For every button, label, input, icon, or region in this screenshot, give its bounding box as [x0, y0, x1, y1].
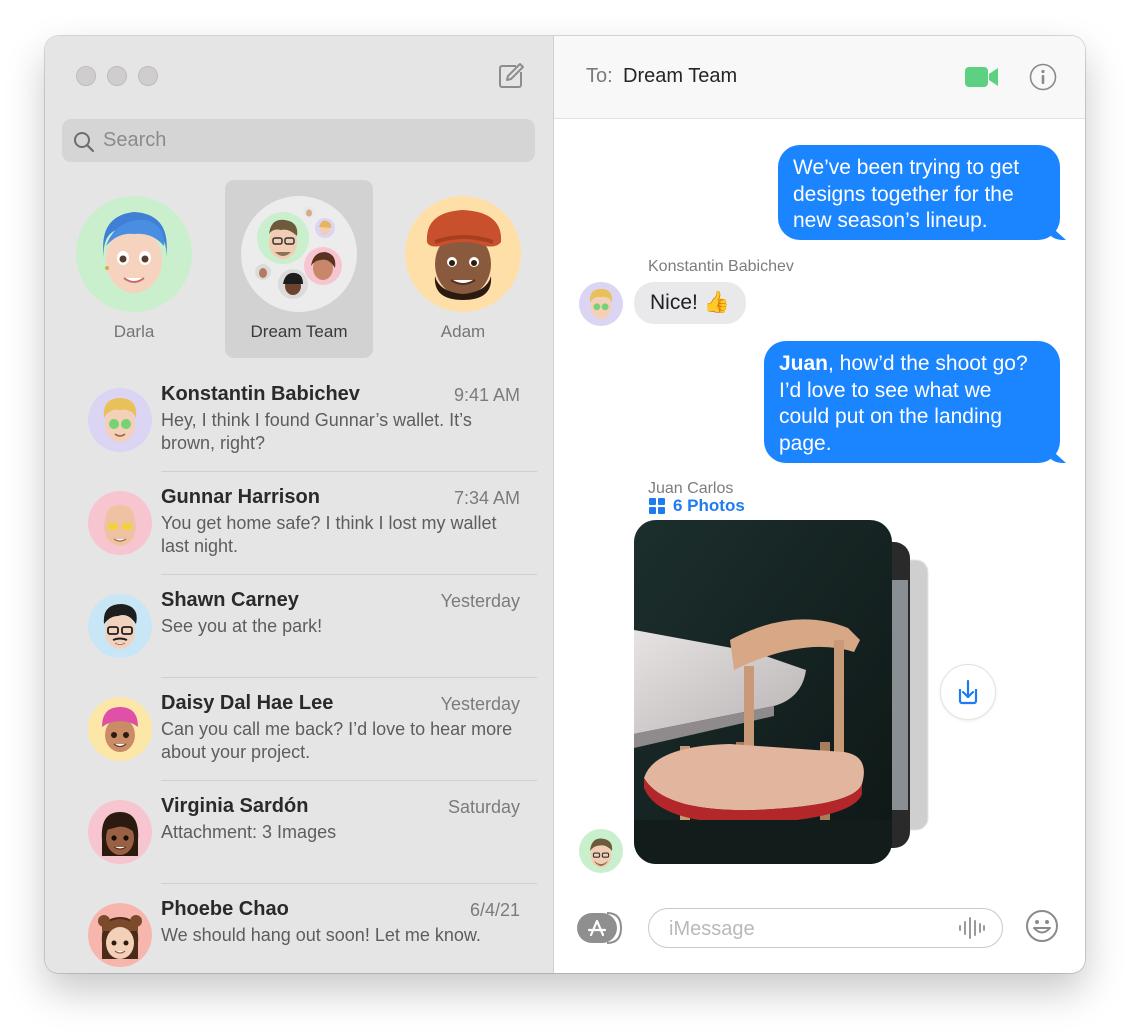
photo-stack[interactable] [634, 520, 934, 865]
avatar [579, 282, 623, 326]
outgoing-message[interactable]: Juan, how’d the shoot go? I’d love to se… [764, 341, 1060, 463]
conversation-preview: We should hang out soon! Let me know. [161, 925, 481, 945]
avatar [88, 800, 152, 864]
conversation-time: 7:34 AM [453, 488, 520, 508]
avatar [88, 697, 152, 761]
message-text: Nice! 👍 [650, 291, 730, 314]
close-window-button[interactable] [76, 66, 96, 86]
conversation-row[interactable]: Phoebe Chao 6/4/21 We should hang out so… [45, 884, 553, 973]
avatar [405, 196, 521, 312]
message-text: We’ve been trying to get designs togethe… [793, 156, 1020, 232]
conversation-name: Daisy Dal Hae Lee [161, 692, 334, 714]
incoming-message[interactable]: Nice! 👍 [634, 282, 746, 324]
zoom-window-button[interactable] [138, 66, 158, 86]
pinned-label: Adam [440, 322, 486, 341]
search-input[interactable]: Search [103, 129, 166, 152]
conversation-preview: See you at the park! [161, 616, 323, 636]
to-label: To: [586, 65, 613, 87]
sender-name: Konstantin Babichev [648, 258, 794, 275]
app-store-icon[interactable] [577, 911, 625, 945]
conversation-row[interactable]: Konstantin Babichev 9:41 AM Hey, I think… [45, 369, 553, 472]
conversation-row[interactable]: Virginia Sardón Saturday Attachment: 3 I… [45, 781, 553, 884]
facetime-icon[interactable] [965, 66, 999, 93]
message-placeholder: iMessage [669, 918, 755, 940]
conversation-row[interactable]: Daisy Dal Hae Lee Yesterday Can you call… [45, 678, 553, 781]
search-icon [74, 132, 95, 153]
pinned-label: Darla [113, 322, 155, 341]
pinned-adam[interactable]: Adam [383, 196, 543, 346]
emoji-icon[interactable] [1025, 909, 1059, 948]
audio-waveform-icon[interactable] [958, 916, 986, 945]
avatar [88, 594, 152, 658]
outgoing-message[interactable]: We’ve been trying to get designs togethe… [778, 145, 1060, 240]
conversation-preview: Hey, I think I found Gunnar’s wallet. It… [161, 410, 472, 453]
conversation-name: Konstantin Babichev [161, 383, 360, 405]
conversation-time: 6/4/21 [469, 900, 520, 920]
conversation-name: Phoebe Chao [161, 898, 289, 920]
search-field[interactable]: Search [62, 119, 535, 162]
minimize-window-button[interactable] [107, 66, 127, 86]
save-download-icon [958, 679, 978, 705]
avatar [241, 196, 357, 312]
mention[interactable]: Juan [779, 352, 828, 375]
avatar [579, 829, 623, 873]
conversation-name: Shawn Carney [161, 589, 299, 611]
message-input[interactable]: iMessage [648, 908, 1003, 948]
compose-icon[interactable] [497, 62, 525, 90]
pinned-darla[interactable]: Darla [54, 196, 214, 346]
avatar [88, 903, 152, 967]
conversation-name: Virginia Sardón [161, 795, 309, 817]
conversation-header: To: Dream Team [554, 36, 1085, 119]
conversation-pane: To: Dream Team We’ve been trying to get … [554, 36, 1085, 973]
avatar [88, 491, 152, 555]
sidebar: Search Darla Dream Team Adam Konstantin … [45, 36, 554, 973]
info-icon[interactable] [1029, 63, 1057, 96]
save-download-button[interactable] [940, 664, 996, 720]
pinned-dream-team[interactable]: Dream Team [219, 196, 379, 346]
conversation-name: Gunnar Harrison [161, 486, 320, 508]
recipient-name[interactable]: Dream Team [623, 65, 737, 88]
pinned-label: Dream Team [250, 322, 348, 341]
conversation-preview: Attachment: 3 Images [161, 822, 337, 842]
conversation-time: 9:41 AM [453, 385, 520, 405]
photos-count-link[interactable]: 6 Photos [673, 496, 745, 516]
conversation-time: Yesterday [440, 694, 520, 714]
conversation-preview: Can you call me back? I’d love to hear m… [161, 719, 513, 762]
conversation-time: Yesterday [440, 591, 520, 611]
grid-icon [649, 498, 665, 519]
avatar [76, 196, 192, 312]
avatar [88, 388, 152, 452]
conversation-row[interactable]: Shawn Carney Yesterday See you at the pa… [45, 575, 553, 678]
conversation-row[interactable]: Gunnar Harrison 7:34 AM You get home saf… [45, 472, 553, 575]
conversation-time: Saturday [447, 797, 520, 817]
messages-window: Search Darla Dream Team Adam Konstantin … [45, 36, 1085, 973]
conversation-preview: You get home safe? I think I lost my wal… [161, 513, 497, 556]
